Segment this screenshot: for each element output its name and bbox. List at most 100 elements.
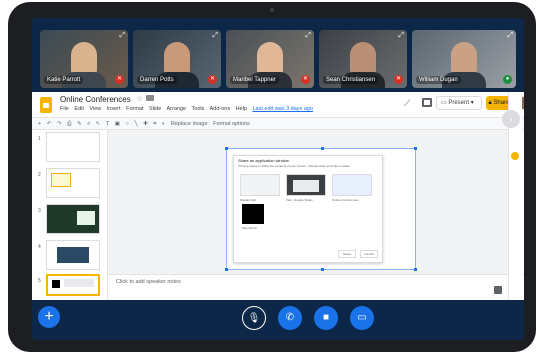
expand-icon[interactable]: ⤢ — [119, 32, 125, 40]
side-panel: › — [502, 92, 522, 300]
slides-app: Online Conferences ☆ File Edit View Inse… — [32, 92, 524, 300]
menu-insert[interactable]: Insert — [107, 106, 121, 112]
menu-bar: File Edit View Insert Format Slide Arran… — [60, 106, 317, 112]
replace-image-button[interactable]: Replace image — [171, 118, 208, 130]
slide-canvas[interactable]: Share an application window Chrome wants… — [225, 147, 417, 271]
participant-strip: ⤢ Katie Parrott ✕ ⤢ Darren Potts ✕ ⤢ Mar… — [32, 18, 524, 92]
dialog-cancel-button[interactable]: Cancel — [360, 250, 378, 258]
participant-name: Darren Potts — [137, 76, 177, 84]
menu-tools[interactable]: Tools — [192, 106, 205, 112]
image-icon[interactable]: ▣ — [115, 118, 120, 130]
resize-handle[interactable] — [321, 147, 324, 150]
slide-number: 1 — [38, 136, 41, 142]
mic-active-icon: ● — [503, 75, 512, 84]
speaker-notes-placeholder: Click to add speaker notes — [116, 279, 181, 285]
window-option-label: Online Conferences — [332, 198, 359, 202]
slide-canvas-area: Share an application window Chrome wants… — [108, 130, 510, 274]
paint-format-icon[interactable]: ✎ — [77, 118, 82, 130]
menu-edit[interactable]: Edit — [74, 106, 83, 112]
activity-icon[interactable]: ⟋ — [404, 98, 410, 109]
slide-thumbnail[interactable] — [46, 132, 100, 162]
menu-arrange[interactable]: Arrange — [167, 106, 187, 112]
folder-icon[interactable] — [146, 95, 154, 101]
menu-view[interactable]: View — [89, 106, 101, 112]
tablet-frame: ⤢ Katie Parrott ✕ ⤢ Darren Potts ✕ ⤢ Mar… — [8, 2, 536, 352]
window-option-label: Talk - Google Slides — [286, 198, 313, 202]
redo-icon[interactable]: ↷ — [57, 118, 62, 130]
plus-icon[interactable]: + — [38, 306, 60, 328]
mask-icon[interactable]: ◐ — [162, 118, 165, 130]
video-icon[interactable]: ■ — [314, 306, 338, 330]
phone-icon[interactable]: ✆ — [278, 306, 302, 330]
share-window-dialog: Share an application window Chrome wants… — [233, 155, 383, 263]
chevron-right-icon[interactable]: › — [502, 110, 520, 128]
dialog-share-button[interactable]: Share — [338, 250, 356, 258]
app-header: Online Conferences ☆ File Edit View Inse… — [32, 92, 524, 118]
slide-thumbnail[interactable] — [46, 240, 100, 270]
textbox-icon[interactable]: T — [106, 118, 109, 130]
window-option[interactable] — [240, 174, 280, 196]
print-icon[interactable]: ⎙ — [67, 118, 71, 130]
expand-icon[interactable]: ⤢ — [212, 32, 218, 40]
comment-icon[interactable] — [422, 98, 432, 107]
slide-number: 5 — [38, 278, 41, 284]
toolbar: + ↶ ↷ ⎙ ✎ ⌕ ↖ T ▣ ○ ╲ ✚ ⌗ ◐ Replace imag… — [32, 118, 524, 130]
resize-handle[interactable] — [225, 268, 228, 271]
explore-icon[interactable] — [494, 286, 502, 294]
menu-addons[interactable]: Add-ons — [210, 106, 231, 112]
resize-handle[interactable] — [414, 268, 417, 271]
window-option[interactable] — [332, 174, 372, 196]
dialog-subtitle: Chrome wants to share the contents of yo… — [238, 164, 351, 168]
shape-icon[interactable]: ○ — [126, 118, 129, 130]
crop-icon[interactable]: ⌗ — [153, 118, 156, 130]
call-controls: + 🎙︎ ✆ ■ ▭ — [32, 300, 524, 340]
menu-slide[interactable]: Slide — [149, 106, 161, 112]
zoom-icon[interactable]: ⌕ — [87, 118, 90, 130]
menu-file[interactable]: File — [60, 106, 69, 112]
add-icon[interactable]: + — [38, 118, 41, 130]
expand-icon[interactable]: ⤢ — [507, 32, 513, 40]
slide-thumbnail[interactable] — [46, 168, 100, 198]
document-title[interactable]: Online Conferences — [60, 95, 131, 104]
screen-share-icon[interactable]: ▭ — [350, 306, 374, 330]
dialog-title: Share an application window — [238, 158, 289, 163]
participant-name: Katie Parrott — [44, 76, 84, 84]
present-button[interactable]: ▭ Present ▾ — [436, 96, 482, 110]
resize-handle[interactable] — [321, 268, 324, 271]
star-icon[interactable]: ☆ — [136, 94, 143, 103]
participant-tile[interactable]: ⤢ Darren Potts ✕ — [133, 30, 221, 88]
participant-tile[interactable]: ⤢ Sean Christiansen ✕ — [319, 30, 407, 88]
mic-off-icon[interactable]: 🎙︎ — [242, 306, 266, 330]
comment-add-icon[interactable]: ✚ — [143, 118, 148, 130]
undo-icon[interactable]: ↶ — [47, 118, 52, 130]
resize-handle[interactable] — [225, 147, 228, 150]
participant-name: Sean Christiansen — [323, 76, 379, 84]
menu-help[interactable]: Help — [236, 106, 247, 112]
mic-muted-icon: ✕ — [115, 75, 124, 84]
lock-icon: 🔒︎ — [488, 100, 492, 106]
slide-thumbnail[interactable] — [46, 204, 100, 234]
mic-muted-icon: ✕ — [394, 75, 403, 84]
format-options-button[interactable]: Format options — [213, 118, 250, 130]
slides-logo-icon[interactable] — [40, 97, 52, 113]
front-camera — [270, 8, 274, 12]
participant-name: Maribel Tappner — [230, 76, 279, 84]
line-icon[interactable]: ╲ — [134, 118, 137, 130]
expand-icon[interactable]: ⤢ — [398, 32, 404, 40]
resize-handle[interactable] — [414, 147, 417, 150]
slide-thumbnail-selected[interactable] — [46, 274, 100, 296]
expand-icon[interactable]: ⤢ — [305, 32, 311, 40]
select-icon[interactable]: ↖ — [96, 118, 101, 130]
last-edit-link[interactable]: Last edit was 3 days ago — [252, 106, 313, 112]
mic-muted-icon: ✕ — [208, 75, 217, 84]
participant-tile[interactable]: ⤢ Maribel Tappner ✕ — [226, 30, 314, 88]
slide-number: 3 — [38, 208, 41, 214]
speaker-notes[interactable]: Click to add speaker notes — [108, 274, 524, 300]
window-option-label: Display Doll — [240, 198, 256, 202]
menu-format[interactable]: Format — [126, 106, 143, 112]
participant-tile[interactable]: ⤢ Katie Parrott ✕ — [40, 30, 128, 88]
participant-tile[interactable]: ⤢ William Dugan ● — [412, 30, 516, 88]
window-option-black[interactable] — [242, 204, 264, 224]
keep-icon[interactable] — [511, 152, 519, 160]
window-option[interactable] — [286, 174, 326, 196]
